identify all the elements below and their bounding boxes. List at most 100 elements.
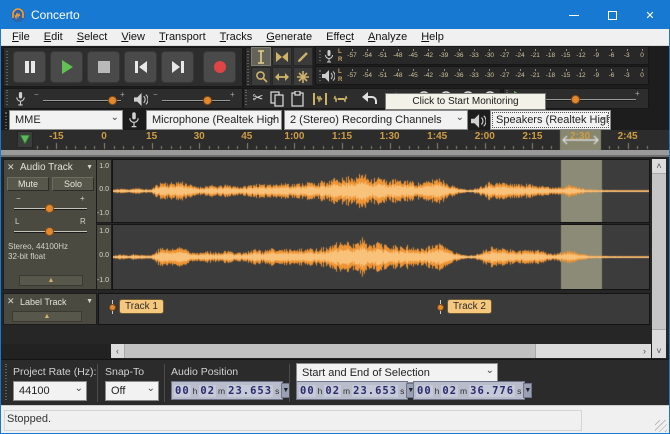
- status-field: [4, 410, 582, 431]
- audio-track-title[interactable]: Audio Track: [20, 162, 83, 173]
- label-flag-icon[interactable]: [108, 300, 117, 314]
- record-button[interactable]: [203, 51, 236, 83]
- maximize-button[interactable]: [593, 1, 631, 29]
- amplitude-ruler-ch2[interactable]: 1.00.0-1.0: [97, 224, 112, 290]
- pause-button[interactable]: [13, 51, 46, 83]
- vertical-scrollbar[interactable]: ˄ ˅: [652, 159, 666, 358]
- trim-audio-button[interactable]: [312, 91, 328, 107]
- label-flag-icon[interactable]: [436, 300, 445, 314]
- selection-end-field[interactable]: 00h02m36.776s▼: [413, 381, 525, 400]
- label-text[interactable]: Track 1: [119, 299, 164, 314]
- envelope-tool-button[interactable]: [272, 47, 292, 66]
- pan-handle[interactable]: [45, 227, 54, 236]
- skip-to-end-button[interactable]: [161, 51, 194, 83]
- menu-select[interactable]: Select: [70, 31, 115, 43]
- ruler-label: 1:15: [332, 131, 352, 142]
- output-device-select[interactable]: Speakers (Realtek High Definiti⌄: [490, 110, 611, 130]
- skip-to-end-icon: [171, 61, 185, 73]
- waveform-channel-2[interactable]: [112, 224, 650, 290]
- skip-to-start-button[interactable]: [124, 51, 157, 83]
- silence-audio-button[interactable]: [333, 91, 349, 107]
- close-button[interactable]: ✕: [631, 1, 669, 29]
- vertical-scroll-thumb[interactable]: [652, 173, 666, 330]
- menu-generate[interactable]: Generate: [259, 31, 319, 43]
- speed-handle[interactable]: [571, 95, 580, 104]
- selection-start-field[interactable]: 00h02m23.653s▼: [296, 381, 408, 400]
- audio-position-field[interactable]: 00h02m23.653s▼: [171, 381, 283, 400]
- menu-transport[interactable]: Transport: [152, 31, 213, 43]
- menu-help[interactable]: Help: [414, 31, 451, 43]
- play-volume-handle[interactable]: [203, 96, 212, 105]
- edit-grip[interactable]: [244, 90, 248, 107]
- chevron-down-icon: ⌄: [599, 112, 607, 123]
- undo-button[interactable]: [361, 91, 379, 107]
- maximize-icon: [608, 11, 617, 20]
- timeline-ruler[interactable]: -1501530451:001:151:301:452:002:152:302:…: [1, 130, 669, 150]
- copy-button[interactable]: [269, 91, 285, 107]
- chevron-down-icon: ⌄: [147, 383, 155, 394]
- gain-handle[interactable]: [45, 204, 54, 213]
- label-track-content[interactable]: Track 1 Track 2: [98, 293, 650, 325]
- cut-button[interactable]: ✂: [249, 90, 267, 108]
- tools-grip[interactable]: [246, 49, 250, 85]
- play-volume-slider[interactable]: [162, 100, 230, 102]
- selection-mode-select[interactable]: Start and End of Selection⌄: [296, 363, 498, 383]
- multi-tool-button[interactable]: [293, 67, 313, 86]
- scroll-right-button[interactable]: ›: [638, 344, 651, 358]
- horizontal-scroll-thumb[interactable]: [124, 344, 536, 358]
- timefield-dropdown-icon[interactable]: ▼: [523, 383, 532, 398]
- timeline-options-button[interactable]: [17, 131, 33, 148]
- solo-button[interactable]: Solo: [52, 177, 94, 191]
- label-track-panel[interactable]: ✕ Label Track ▼ ▲: [3, 293, 97, 325]
- track-menu-icon[interactable]: ▼: [86, 164, 93, 171]
- menu-file[interactable]: File: [5, 31, 37, 43]
- menu-effect[interactable]: Effect: [319, 31, 361, 43]
- channels-select[interactable]: 2 (Stereo) Recording Channels⌄: [284, 110, 468, 130]
- input-device-select[interactable]: Microphone (Realtek High Defini⌄: [146, 110, 282, 130]
- close-track-icon[interactable]: ✕: [7, 162, 17, 173]
- mixer-grip[interactable]: [5, 90, 9, 107]
- menu-view[interactable]: View: [114, 31, 152, 43]
- snap-to-select[interactable]: Off⌄: [105, 381, 159, 401]
- paste-button[interactable]: [290, 91, 305, 107]
- draw-tool-button[interactable]: [293, 47, 313, 66]
- playback-meter[interactable]: LR -57-54-51-48-45-42-39-36-33-30-27-24-…: [315, 66, 649, 85]
- collapse-label-track-button[interactable]: ▲: [12, 311, 82, 322]
- label-text[interactable]: Track 2: [447, 299, 492, 314]
- speed-slider[interactable]: [544, 99, 636, 101]
- paste-icon: [290, 91, 305, 107]
- scroll-up-button[interactable]: ˄: [652, 159, 666, 173]
- recording-meter-grip[interactable]: [318, 49, 322, 62]
- waveform-channel-1[interactable]: [112, 159, 650, 223]
- collapse-track-button[interactable]: ▲: [19, 275, 83, 286]
- timeshift-tool-button[interactable]: [272, 67, 292, 86]
- amplitude-ruler-ch1[interactable]: 1.00.0-1.0: [97, 159, 112, 223]
- menu-tracks[interactable]: Tracks: [213, 31, 260, 43]
- menu-edit[interactable]: Edit: [37, 31, 70, 43]
- scroll-left-button[interactable]: ‹: [111, 344, 124, 358]
- record-volume-handle[interactable]: [108, 96, 117, 105]
- minimize-icon: [569, 15, 579, 16]
- resize-grip[interactable]: [655, 420, 667, 432]
- host-select[interactable]: MME⌄: [9, 110, 123, 130]
- audio-track-panel[interactable]: ✕ Audio Track ▼ Mute Solo − + L R Stereo…: [3, 159, 97, 290]
- menu-analyze[interactable]: Analyze: [361, 31, 414, 43]
- selection-tool-button[interactable]: [251, 47, 271, 66]
- mute-button[interactable]: Mute: [7, 177, 49, 191]
- play-button[interactable]: [50, 51, 83, 83]
- transport-grip[interactable]: [5, 49, 9, 85]
- label-track-title[interactable]: Label Track: [20, 297, 83, 307]
- minimize-button[interactable]: [555, 1, 593, 29]
- close-track-icon[interactable]: ✕: [7, 296, 17, 307]
- horizontal-scrollbar[interactable]: ‹ ›: [111, 344, 651, 358]
- title-bar[interactable]: Concerto ✕: [1, 1, 669, 29]
- scroll-down-button[interactable]: ˅: [652, 344, 666, 358]
- track-menu-icon[interactable]: ▼: [86, 298, 93, 305]
- device-grip[interactable]: [4, 111, 8, 130]
- recording-meter[interactable]: LR -57-54-51-48-45-42-39-36-33-30-27-24-…: [315, 46, 649, 65]
- scrub-bar[interactable]: [1, 150, 669, 157]
- selection-toolbar-grip[interactable]: [4, 364, 8, 402]
- zoom-tool-button[interactable]: [251, 67, 271, 86]
- project-rate-select[interactable]: 44100⌄: [13, 381, 87, 401]
- stop-button[interactable]: [87, 51, 120, 83]
